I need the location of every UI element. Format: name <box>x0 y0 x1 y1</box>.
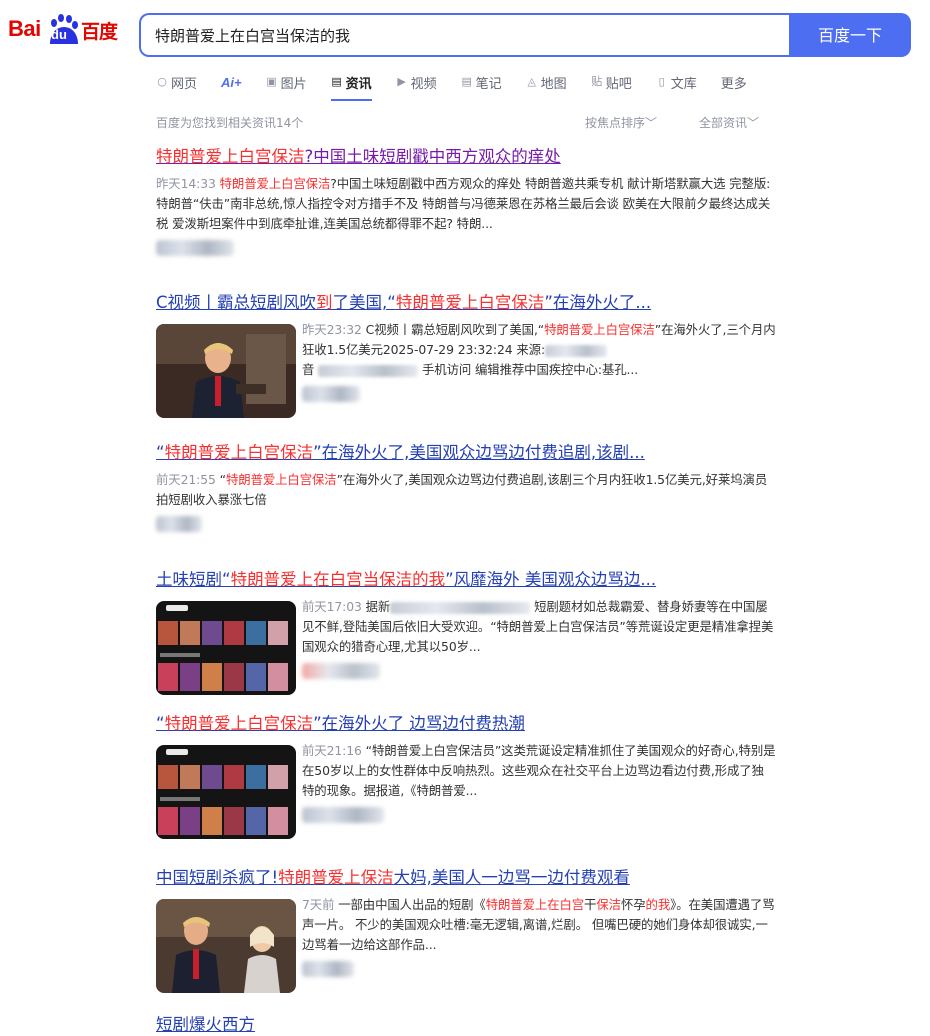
image-icon: ▣ <box>266 75 277 88</box>
result-time: 昨天14:33 <box>156 176 216 191</box>
result-time: 7天前 <box>302 897 335 912</box>
note-icon: ▤ <box>461 75 472 88</box>
tab-ai[interactable]: Ai+ <box>221 70 242 94</box>
search-icon: ○ <box>157 75 167 88</box>
search-box <box>139 13 789 57</box>
tab-tieba[interactable]: 贴 贴吧 <box>591 70 632 94</box>
source-label[interactable] <box>156 240 234 256</box>
source-label[interactable] <box>302 961 354 977</box>
result-title-link[interactable]: 特朗普爱上白宫保洁?中国土味短剧戳中西方观众的痒处 <box>156 146 776 168</box>
result-abstract: 昨天14:33 特朗普爱上白宫保洁?中国土味短剧戳中西方观众的痒处 特朗普邀共乘… <box>156 176 771 231</box>
logo-du: du <box>51 27 67 42</box>
result-thumbnail[interactable] <box>156 899 296 993</box>
source-label[interactable] <box>302 663 380 679</box>
doc-icon: ▯ <box>658 75 665 88</box>
result-title-link[interactable]: 短剧爆火西方 <box>156 1014 776 1036</box>
result-title-link[interactable]: “特朗普爱上白宫保洁”在海外火了 边骂边付费热潮 <box>156 713 776 735</box>
result-count: 百度为您找到相关资讯14个 <box>156 116 304 130</box>
tab-label: 图片 <box>280 76 307 92</box>
chevron-down-icon: ﹀ <box>747 116 760 130</box>
sort-dropdown[interactable]: 按焦点排序﹀ <box>585 114 657 131</box>
result-item: 短剧爆火西方 <box>156 1014 776 1036</box>
tab-notes[interactable]: ▤ 笔记 <box>461 70 502 94</box>
result-time: 前天21:55 <box>156 472 216 487</box>
tab-news[interactable]: ▤ 资讯 <box>330 70 372 101</box>
chevron-down-icon: ﹀ <box>645 116 658 130</box>
tab-web[interactable]: ○ 网页 <box>156 70 197 94</box>
header: Bai du 百度 百度一下 <box>0 0 930 62</box>
tab-label: 文库 <box>670 76 697 92</box>
tab-label: 更多 <box>720 76 747 92</box>
filter-dropdown[interactable]: 全部资讯﹀ <box>699 114 759 131</box>
tab-label: 笔记 <box>475 76 502 92</box>
tab-more[interactable]: 更多 <box>721 70 747 94</box>
tab-label: 网页 <box>171 76 198 92</box>
filter-label: 全部资讯 <box>699 116 748 130</box>
logo-bai: Bai <box>8 16 41 41</box>
tab-video[interactable]: ▶ 视频 <box>396 70 437 94</box>
result-title-link[interactable]: 中国短剧杀疯了!特朗普爱上保洁大妈,美国人一边骂一边付费观看 <box>156 867 776 889</box>
tab-label: 地图 <box>540 76 567 92</box>
baidu-logo[interactable]: Bai du 百度 <box>8 14 124 46</box>
search-input[interactable] <box>155 15 755 55</box>
result-thumbnail[interactable] <box>156 324 296 418</box>
tab-images[interactable]: ▣ 图片 <box>266 70 307 94</box>
tieba-icon: 贴 <box>591 75 603 88</box>
result-abstract: 前天21:16 “特朗普爱上白宫保洁员”这类荒诞设定精准抓住了美国观众的好奇心,… <box>302 743 776 798</box>
ai-icon: Ai+ <box>221 74 242 90</box>
result-abstract: 前天17:03 据新 短剧题材如总裁霸爱、替身娇妻等在中国屡见不鲜,登陆美国后依… <box>302 599 774 654</box>
tab-map[interactable]: ◬ 地图 <box>526 70 567 94</box>
sort-label: 按焦点排序 <box>585 116 646 130</box>
result-item: 土味短剧“特朗普爱上在白宫当保洁的我”风靡海外 美国观众边骂边... 前天17:… <box>156 569 776 695</box>
result-item: “特朗普爱上白宫保洁”在海外火了,美国观众边骂边付费追剧,该剧... 前天21:… <box>156 442 776 532</box>
result-abstract: 7天前 一部由中国人出品的短剧《特朗普爱上在白宫干保洁怀孕的我》。在美国遭遇了骂… <box>302 897 775 952</box>
news-icon: ▤ <box>331 75 342 88</box>
map-icon: ◬ <box>527 75 536 88</box>
source-label[interactable] <box>156 516 202 532</box>
result-item: “特朗普爱上白宫保洁”在海外火了 边骂边付费热潮 前天21:16 “特朗普爱上白… <box>156 713 776 839</box>
result-title-link[interactable]: “特朗普爱上白宫保洁”在海外火了,美国观众边骂边付费追剧,该剧... <box>156 442 776 464</box>
source-label[interactable] <box>302 386 360 402</box>
result-abstract: 前天21:55 “特朗普爱上白宫保洁”在海外火了,美国观众边骂边付费追剧,该剧三… <box>156 472 768 507</box>
result-abstract: 昨天23:32 C视频丨霸总短剧风吹到了美国,“特朗普爱上白宫保洁”在海外火了,… <box>302 322 776 377</box>
tab-label: 贴吧 <box>605 76 632 92</box>
result-item: C视频丨霸总短剧风吹到了美国,“特朗普爱上白宫保洁”在海外火了... 昨天23:… <box>156 292 776 418</box>
result-time: 昨天23:32 <box>302 322 362 337</box>
result-time: 前天21:16 <box>302 743 362 758</box>
logo-cn: 百度 <box>81 21 118 43</box>
result-item: 特朗普爱上白宫保洁?中国土味短剧戳中西方观众的痒处 昨天14:33 特朗普爱上白… <box>156 146 776 256</box>
tab-wenku[interactable]: ▯ 文库 <box>656 70 697 94</box>
tab-label: 资讯 <box>345 76 372 92</box>
nav-tabs: ○ 网页 Ai+ ▣ 图片 ▤ 资讯 ▶ 视频 ▤ 笔记 ◬ 地图 贴 贴吧 ▯… <box>156 70 771 102</box>
tab-label: 视频 <box>410 76 437 92</box>
result-item: 中国短剧杀疯了!特朗普爱上保洁大妈,美国人一边骂一边付费观看 7天前 一部由中国… <box>156 867 776 993</box>
result-title-link[interactable]: C视频丨霸总短剧风吹到了美国,“特朗普爱上白宫保洁”在海外火了... <box>156 292 776 314</box>
result-thumbnail[interactable] <box>156 745 296 839</box>
video-icon: ▶ <box>397 75 406 88</box>
result-time: 前天17:03 <box>302 599 362 614</box>
search-button[interactable]: 百度一下 <box>789 13 911 57</box>
result-title-link[interactable]: 土味短剧“特朗普爱上在白宫当保洁的我”风靡海外 美国观众边骂边... <box>156 569 776 591</box>
source-label[interactable] <box>302 807 384 823</box>
result-thumbnail[interactable] <box>156 601 296 695</box>
